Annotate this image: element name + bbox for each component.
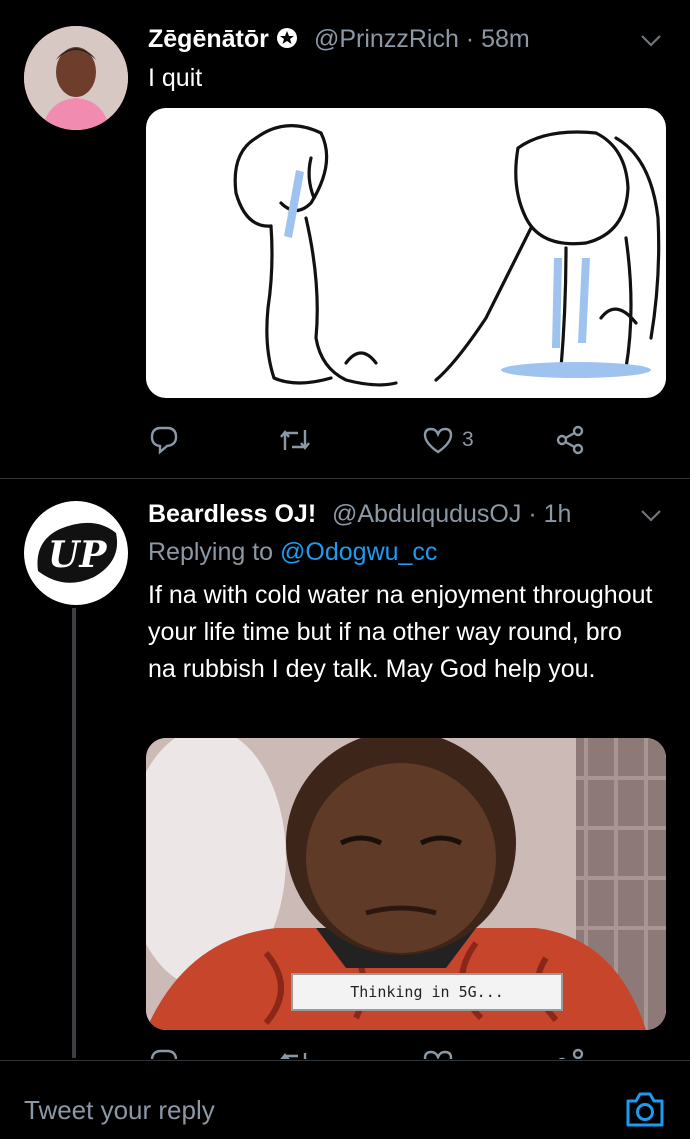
tweet-actions: 3 — [148, 424, 618, 464]
reply-input[interactable]: Tweet your reply — [24, 1095, 215, 1126]
reply-button[interactable] — [148, 424, 180, 456]
tweet-image[interactable] — [146, 108, 666, 398]
reply-bar: Tweet your reply — [0, 1060, 690, 1139]
reply-icon — [150, 1049, 178, 1059]
retweet-icon — [280, 430, 310, 450]
replying-to: Replying to @Odogwu_cc — [148, 538, 438, 566]
tweet-actions — [148, 1047, 618, 1059]
like-button[interactable]: 3 — [422, 424, 474, 456]
like-count: 3 — [462, 428, 474, 451]
retweet-button[interactable] — [278, 424, 312, 456]
author-handle-time[interactable]: @AbdulqudusOJ · 1h — [332, 500, 571, 529]
tweet-image[interactable]: Thinking in 5G... — [146, 738, 666, 1030]
reply-button[interactable] — [148, 1047, 180, 1059]
replying-to-link[interactable]: @Odogwu_cc — [280, 538, 437, 566]
like-icon — [423, 1050, 453, 1059]
image-caption: Thinking in 5G... — [350, 983, 504, 1001]
author-name[interactable]: Beardless OJ! — [148, 500, 316, 529]
tweet-1[interactable]: Zēgēnātōr @PrinzzRich · 58m I quit 3 — [0, 0, 690, 478]
avatar[interactable] — [24, 26, 128, 130]
share-button[interactable] — [554, 1047, 586, 1059]
reply-icon — [150, 426, 178, 455]
camera-icon[interactable] — [624, 1089, 666, 1129]
svg-text:UP: UP — [48, 534, 107, 576]
retweet-button[interactable] — [278, 1047, 312, 1059]
share-button[interactable] — [554, 424, 586, 456]
share-icon — [558, 1048, 584, 1059]
share-icon — [556, 425, 584, 455]
retweet-icon — [280, 1053, 307, 1059]
crying-drawing — [233, 123, 661, 387]
tweet-text: If na with cold water na enjoyment throu… — [148, 581, 653, 683]
avatar[interactable]: UP — [24, 501, 128, 605]
chevron-down-icon[interactable] — [640, 509, 662, 523]
verified-badge-icon — [276, 28, 297, 48]
tweet-text: I quit — [148, 64, 203, 92]
up-logo: UP — [37, 522, 118, 583]
avatar-photo — [24, 26, 128, 130]
author-name[interactable]: Zēgēnātōr — [148, 25, 298, 54]
tweet-2[interactable]: UP Beardless OJ! @AbdulqudusOJ · 1h Repl… — [0, 479, 690, 1059]
like-icon — [423, 427, 453, 454]
author-handle-time[interactable]: @PrinzzRich · 58m — [314, 25, 530, 54]
like-button[interactable] — [422, 1047, 454, 1059]
chevron-down-icon[interactable] — [640, 34, 662, 48]
